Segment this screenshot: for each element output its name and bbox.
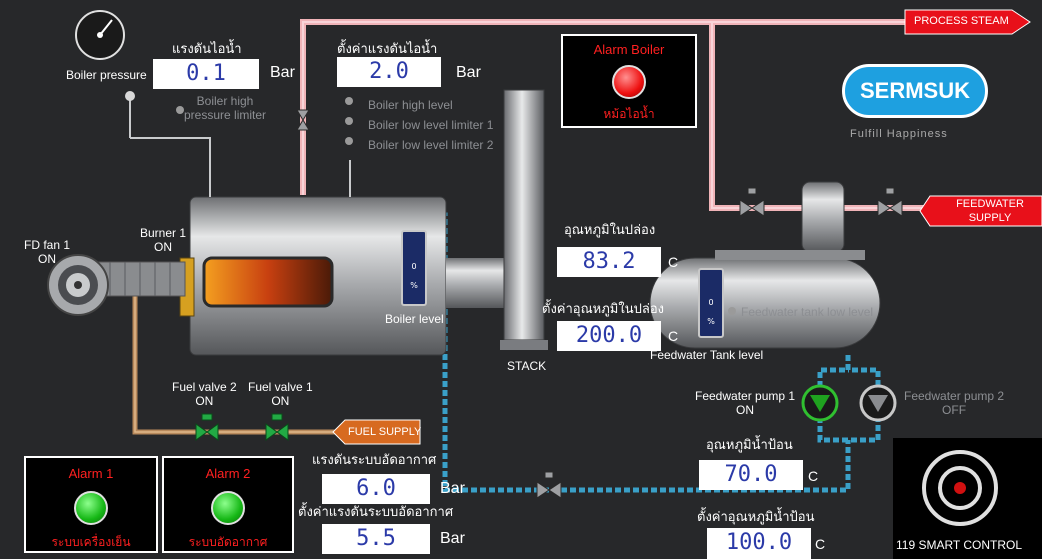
stack-label: STACK bbox=[507, 359, 547, 373]
pressure-setpoint-title: ตั้งค่าแรงดันไอน้ำ bbox=[337, 41, 438, 56]
air-pressure-unit: Bar bbox=[440, 480, 465, 497]
feedwater-tank-level-value: 0 bbox=[708, 298, 714, 307]
alarm-2-led-icon bbox=[211, 491, 245, 525]
boiler-high-level-label: Boiler high level bbox=[368, 98, 453, 112]
boiler-level-unit: % bbox=[410, 281, 418, 290]
feedwater-temp-setpoint-unit: C bbox=[815, 536, 826, 552]
fd-fan-label: FD fan 1 ON bbox=[24, 238, 71, 266]
boiler-pressure-unit: Bar bbox=[270, 64, 295, 81]
feedwater-pump-2-icon bbox=[859, 384, 897, 422]
water-valve-icon bbox=[536, 471, 562, 499]
feedwater-tank-level-gauge: 0 % bbox=[698, 268, 724, 338]
boiler-vessel bbox=[94, 196, 504, 356]
pressure-setpoint-unit: Bar bbox=[456, 64, 481, 81]
air-pressure-setpoint-unit: Bar bbox=[440, 530, 465, 547]
fuel-valve-2-label: Fuel valve 2 ON bbox=[172, 380, 237, 408]
alarm-1-title: Alarm 1 bbox=[68, 466, 114, 481]
feedwater-pump-1-label: Feedwater pump 1 ON bbox=[695, 389, 796, 417]
feedwater-pump-2-label: Feedwater pump 2 OFF bbox=[904, 389, 1005, 417]
stack bbox=[500, 89, 548, 350]
flue-temp-setpoint-unit: C bbox=[668, 328, 679, 344]
alarm-2-title: Alarm 2 bbox=[205, 466, 251, 481]
feedwater-supply-label: FEEDWATER SUPPLY bbox=[956, 198, 1024, 224]
feedwater-tank-low-level-label: Feedwater tank low level bbox=[741, 305, 874, 319]
flue-temp-title: อุณหภูมิในปล่อง bbox=[564, 222, 656, 237]
boiler-low-level-limiter-2-label: Boiler low level limiter 2 bbox=[368, 138, 494, 152]
alarm-boiler-led-icon bbox=[612, 65, 646, 99]
flue-temp-setpoint-title: ตั้งค่าอุณหภูมิในปล่อง bbox=[542, 301, 664, 316]
boiler-pressure-label: Boiler pressure bbox=[66, 68, 147, 82]
alarm-boiler-panel[interactable]: Alarm Boiler หม้อไอน้ำ bbox=[561, 34, 697, 128]
process-steam-label: PROCESS STEAM bbox=[914, 15, 1009, 27]
flue-temp-unit: C bbox=[668, 254, 679, 270]
sermsuk-tagline: Fulfill Happiness bbox=[850, 128, 948, 140]
smart-control-label: 119 SMART CONTROL bbox=[896, 538, 1023, 552]
pressure-gauge-icon bbox=[75, 10, 125, 60]
feedwater-temp-unit: C bbox=[808, 468, 819, 484]
boiler-pressure-display: 0.1 bbox=[153, 59, 259, 89]
boiler-level-gauge: 0 % bbox=[401, 230, 427, 306]
boiler-pressure-title: แรงดันไอน้ำ bbox=[172, 41, 242, 56]
pressure-setpoint-input[interactable]: 2.0 bbox=[337, 57, 441, 87]
flue-temp-display: 83.2 bbox=[557, 247, 661, 277]
feedwater-temp-setpoint-input[interactable]: 100.0 bbox=[707, 528, 811, 559]
alarm-boiler-title: Alarm Boiler bbox=[593, 42, 665, 57]
boiler-level-value: 0 bbox=[411, 262, 417, 271]
boiler-low-level-limiter-1-label: Boiler low level limiter 1 bbox=[368, 118, 494, 132]
air-pressure-setpoint-title: ตั้งค่าแรงดันระบบอัดอากาศ bbox=[298, 504, 454, 519]
steam-valve-icon bbox=[296, 109, 310, 131]
boiler-level-label: Boiler level bbox=[385, 312, 444, 326]
air-pressure-display: 6.0 bbox=[322, 474, 430, 504]
alarm-1-led-icon bbox=[74, 491, 108, 525]
feedwater-temp-setpoint-title: ตั้งค่าอุณหภูมิน้ำป้อน bbox=[697, 509, 815, 524]
alarm-2-panel[interactable]: Alarm 2 ระบบอัดอากาศ bbox=[162, 456, 294, 553]
feedwater-temp-display: 70.0 bbox=[699, 460, 803, 490]
feedwater-temp-title: อุณหภูมิน้ำป้อน bbox=[706, 437, 793, 452]
air-pressure-setpoint-input[interactable]: 5.5 bbox=[322, 524, 430, 554]
alarm-1-subtitle: ระบบเครื่องเย็น bbox=[51, 535, 131, 549]
fuel-valve-1-label: Fuel valve 1 ON bbox=[248, 380, 313, 408]
feedwater-tank-level-unit: % bbox=[707, 317, 715, 326]
alarm-boiler-subtitle: หม้อไอน้ำ bbox=[603, 107, 655, 121]
flue-temp-setpoint-input[interactable]: 200.0 bbox=[557, 321, 661, 351]
fuel-valve-icon bbox=[195, 413, 289, 441]
burner-label: Burner 1 ON bbox=[140, 226, 187, 254]
air-pressure-title: แรงดันระบบอัดอากาศ bbox=[312, 452, 437, 467]
feedwater-pump-1-icon bbox=[801, 384, 839, 422]
fuel-supply-label: FUEL SUPPLY bbox=[348, 426, 422, 438]
alarm-2-subtitle: ระบบอัดอากาศ bbox=[188, 535, 268, 549]
sermsuk-logo: SERMSUK bbox=[842, 64, 988, 118]
alarm-1-panel[interactable]: Alarm 1 ระบบเครื่องเย็น bbox=[24, 456, 158, 553]
high-pressure-limiter-label: Boiler high pressure limiter bbox=[184, 94, 267, 122]
feedwater-tank-level-label: Feedwater Tank level bbox=[650, 348, 764, 362]
